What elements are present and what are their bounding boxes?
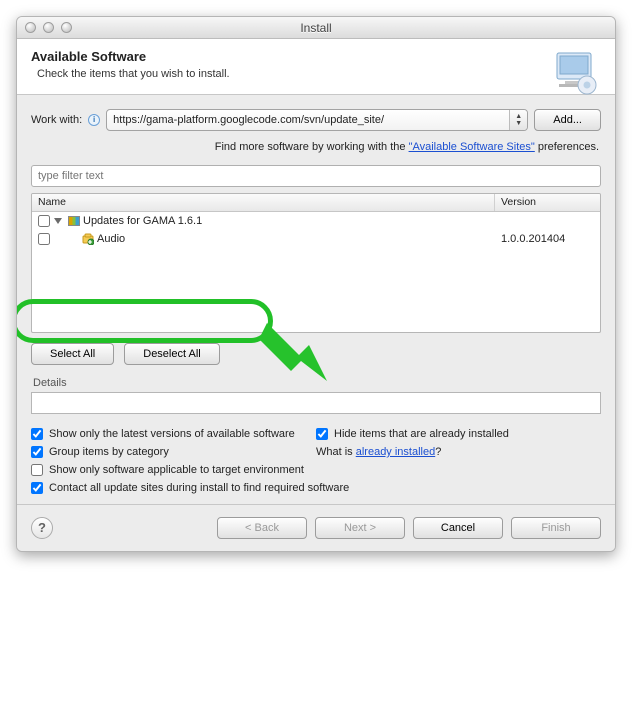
opt-hide-installed-checkbox[interactable]: [316, 428, 328, 440]
add-site-button[interactable]: Add...: [534, 109, 601, 131]
opt-contact-sites-checkbox[interactable]: [31, 482, 43, 494]
item-checkbox[interactable]: [38, 233, 50, 245]
column-version[interactable]: Version: [495, 194, 600, 211]
finish-button: Finish: [511, 517, 601, 539]
selection-buttons: Select All Deselect All: [31, 343, 601, 365]
titlebar: Install: [17, 17, 615, 39]
find-more-suffix: preferences.: [535, 141, 599, 153]
what-is-installed: What is already installed?: [316, 446, 601, 458]
install-wizard-icon: [551, 49, 599, 97]
whatis-prefix: What is: [316, 446, 356, 458]
tree-item-row[interactable]: Audio 1.0.0.201404: [32, 230, 600, 248]
info-icon: i: [88, 114, 100, 126]
software-tree[interactable]: Name Version Updates for GAMA 1.6.1 Audi…: [31, 193, 601, 333]
feature-icon: [82, 233, 94, 245]
cancel-button[interactable]: Cancel: [413, 517, 503, 539]
opt-contact-sites[interactable]: Contact all update sites during install …: [31, 482, 601, 494]
opt-group-label: Group items by category: [49, 446, 169, 458]
help-button[interactable]: ?: [31, 517, 53, 539]
category-label: Updates for GAMA 1.6.1: [83, 215, 495, 227]
combo-chevron-icon[interactable]: ▲▼: [509, 110, 527, 130]
opt-latest[interactable]: Show only the latest versions of availab…: [31, 428, 316, 440]
select-all-button[interactable]: Select All: [31, 343, 114, 365]
tree-body: Updates for GAMA 1.6.1 Audio 1.0.0.20140…: [32, 212, 600, 248]
work-with-combo[interactable]: https://gama-platform.googlecode.com/svn…: [106, 109, 528, 131]
dialog-footer: ? < Back Next > Cancel Finish: [17, 504, 615, 551]
tree-category-row[interactable]: Updates for GAMA 1.6.1: [32, 212, 600, 230]
find-more-line: Find more software by working with the "…: [33, 141, 599, 153]
opt-latest-label: Show only the latest versions of availab…: [49, 428, 295, 440]
category-checkbox[interactable]: [38, 215, 50, 227]
page-title: Available Software: [31, 49, 601, 64]
find-more-prefix: Find more software by working with the: [215, 141, 409, 153]
opt-contact-sites-label: Contact all update sites during install …: [49, 482, 349, 494]
column-name[interactable]: Name: [32, 194, 495, 211]
expand-icon[interactable]: [54, 218, 62, 224]
details-label: Details: [31, 377, 601, 389]
opt-target-env-checkbox[interactable]: [31, 464, 43, 476]
work-with-row: Work with: i https://gama-platform.googl…: [31, 109, 601, 131]
back-button: < Back: [217, 517, 307, 539]
work-with-label: Work with:: [31, 114, 82, 126]
options-grid: Show only the latest versions of availab…: [31, 428, 601, 494]
opt-hide-installed-label: Hide items that are already installed: [334, 428, 509, 440]
install-dialog: Install Available Software Check the ite…: [16, 16, 616, 552]
already-installed-link[interactable]: already installed: [356, 446, 436, 458]
details-text[interactable]: [31, 392, 601, 414]
opt-target-env-label: Show only software applicable to target …: [49, 464, 304, 476]
filter-input[interactable]: [31, 165, 601, 187]
tree-header: Name Version: [32, 194, 600, 212]
window-title: Install: [17, 21, 615, 35]
item-version: 1.0.0.201404: [495, 233, 600, 245]
dialog-body: Work with: i https://gama-platform.googl…: [17, 95, 615, 504]
item-label: Audio: [97, 233, 495, 245]
details-section: Details: [31, 377, 601, 414]
opt-group-checkbox[interactable]: [31, 446, 43, 458]
category-icon: [68, 216, 80, 226]
whatis-suffix: ?: [435, 446, 441, 458]
dialog-header: Available Software Check the items that …: [17, 39, 615, 95]
available-sites-link[interactable]: "Available Software Sites": [409, 141, 535, 153]
opt-target-env[interactable]: Show only software applicable to target …: [31, 464, 601, 476]
next-button: Next >: [315, 517, 405, 539]
opt-hide-installed[interactable]: Hide items that are already installed: [316, 428, 601, 440]
opt-group[interactable]: Group items by category: [31, 446, 316, 458]
page-subtitle: Check the items that you wish to install…: [37, 68, 601, 80]
opt-latest-checkbox[interactable]: [31, 428, 43, 440]
work-with-value: https://gama-platform.googlecode.com/svn…: [113, 114, 521, 126]
deselect-all-button[interactable]: Deselect All: [124, 343, 219, 365]
